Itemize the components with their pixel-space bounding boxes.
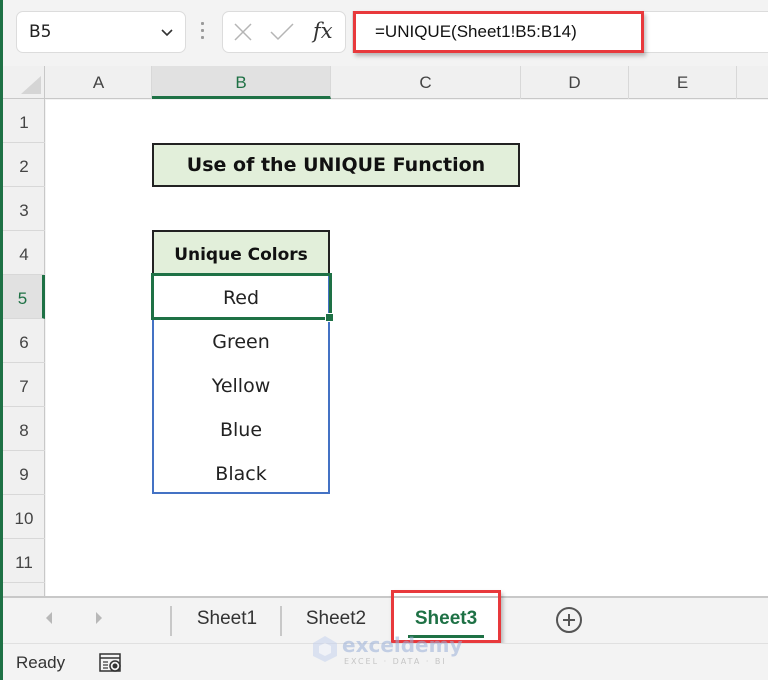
row-header-8[interactable]: 8: [3, 407, 45, 451]
status-text: Ready: [16, 653, 66, 672]
drag-handle-icon[interactable]: [201, 22, 205, 42]
row-header-9[interactable]: 9: [3, 451, 45, 495]
tab-divider: [280, 606, 282, 636]
row-header-7[interactable]: 7: [3, 363, 45, 407]
cell-b8[interactable]: Blue: [152, 408, 330, 452]
tab-divider: [170, 606, 172, 636]
row-header-4[interactable]: 4: [3, 231, 45, 275]
title-cell[interactable]: Use of the UNIQUE Function: [152, 143, 520, 187]
row-header-2[interactable]: 2: [3, 143, 45, 187]
tab-sheet3-label: Sheet3: [414, 608, 478, 629]
tab-sheet3[interactable]: Sheet3: [394, 598, 498, 642]
status-bar: Ready: [0, 643, 768, 680]
row-header-1[interactable]: 1: [3, 99, 45, 143]
tab-sheet2[interactable]: Sheet2: [286, 598, 386, 642]
active-cell-border: [151, 273, 332, 320]
column-header-b[interactable]: B: [152, 66, 331, 99]
column-header-a[interactable]: A: [46, 66, 152, 99]
row-header-5[interactable]: 5: [3, 275, 45, 319]
cell-b9[interactable]: Black: [152, 452, 330, 496]
formula-bar: B5 fx =UNIQUE(Sheet1!B5:B14): [0, 0, 768, 66]
sheet-tabs-bar: Sheet1 Sheet2 Sheet3: [0, 596, 768, 643]
column-headers: A B C D E: [0, 66, 768, 99]
scroll-tabs-right-icon[interactable]: [96, 612, 102, 624]
window-edge: [0, 0, 3, 680]
plus-circle-icon[interactable]: [556, 607, 582, 633]
row-header-6[interactable]: 6: [3, 319, 45, 363]
row-header-11[interactable]: 11: [3, 539, 45, 583]
list-header-cell[interactable]: Unique Colors: [152, 230, 330, 275]
column-header-d[interactable]: D: [521, 66, 629, 99]
row-header-10[interactable]: 10: [3, 495, 45, 539]
tab-sheet1[interactable]: Sheet1: [176, 598, 278, 642]
macro-record-icon[interactable]: [99, 653, 123, 673]
cell-b7[interactable]: Yellow: [152, 364, 330, 408]
row-headers: 1 2 3 4 5 6 7 8 9 10 11: [3, 99, 45, 596]
row-header-3[interactable]: 3: [3, 187, 45, 231]
select-all-button[interactable]: [3, 66, 45, 99]
chevron-down-icon[interactable]: [159, 24, 175, 40]
cell-b6[interactable]: Green: [152, 320, 330, 364]
check-icon[interactable]: [269, 22, 295, 42]
fill-handle[interactable]: [325, 313, 334, 322]
active-tab-underline: [408, 635, 484, 638]
column-header-c[interactable]: C: [331, 66, 521, 99]
column-header-e[interactable]: E: [629, 66, 737, 99]
name-box-value: B5: [29, 22, 52, 42]
name-box[interactable]: B5: [16, 11, 186, 53]
formula-buttons: fx: [222, 11, 346, 53]
scroll-tabs-left-icon[interactable]: [46, 612, 52, 624]
x-icon[interactable]: [233, 22, 253, 42]
insert-function-button[interactable]: fx: [313, 19, 333, 43]
formula-input[interactable]: =UNIQUE(Sheet1!B5:B14): [352, 11, 768, 53]
formula-text: =UNIQUE(Sheet1!B5:B14): [375, 22, 577, 41]
